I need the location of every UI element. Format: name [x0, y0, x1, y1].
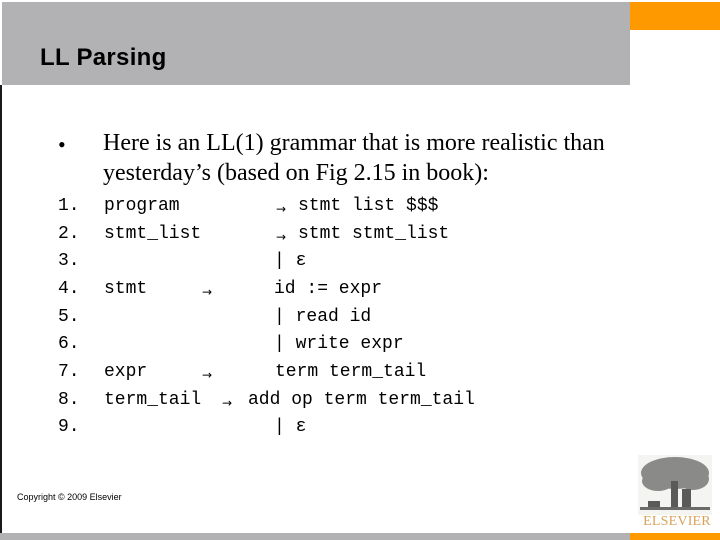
- arrow-icon: →: [202, 368, 213, 382]
- bottom-gray-bar: [0, 533, 630, 540]
- grammar-rhs: add op term term_tail: [248, 390, 475, 410]
- grammar-line-number: 2.: [58, 224, 80, 244]
- arrow-icon: →: [276, 202, 287, 216]
- arrow-icon: →: [222, 396, 233, 410]
- grammar-rhs: | ε: [274, 251, 307, 271]
- elsevier-tree-logo-icon: [638, 455, 712, 515]
- grammar-line-number: 3.: [58, 251, 80, 271]
- grammar-line-number: 9.: [58, 417, 80, 437]
- elsevier-logo-text: ELSEVIER: [643, 514, 711, 529]
- grammar-rhs: stmt list $$$: [298, 196, 439, 216]
- grammar-rhs: id := expr: [274, 279, 383, 299]
- grammar-rhs: | ε: [274, 417, 307, 437]
- arrow-icon: →: [202, 285, 213, 299]
- grammar-line-number: 7.: [58, 362, 80, 382]
- bottom-orange-accent: [630, 533, 720, 540]
- grammar-rhs: term term_tail: [275, 362, 427, 382]
- bullet-icon: •: [58, 132, 66, 157]
- copyright-notice: Copyright © 2009 Elsevier: [17, 492, 122, 502]
- arrow-icon: →: [276, 230, 287, 244]
- slide-left-border: [0, 85, 2, 533]
- grammar-lhs: term_tail: [104, 390, 202, 410]
- grammar-lhs: stmt_list: [104, 224, 202, 244]
- grammar-rhs: | write expr: [274, 334, 404, 354]
- intro-text: Here is an LL(1) grammar that is more re…: [103, 130, 605, 186]
- grammar-line-number: 1.: [58, 196, 80, 216]
- slide-title: LL Parsing: [40, 44, 167, 71]
- grammar-line-number: 5.: [58, 307, 80, 327]
- grammar-lhs: expr: [104, 362, 148, 382]
- grammar-line-number: 4.: [58, 279, 80, 299]
- grammar-rhs: stmt stmt_list: [298, 224, 450, 244]
- grammar-lhs: program: [104, 196, 180, 216]
- grammar-line-number: 6.: [58, 334, 80, 354]
- grammar-line-number: 8.: [58, 390, 80, 410]
- grammar-lhs: stmt: [104, 279, 148, 299]
- top-orange-accent: [630, 2, 720, 30]
- grammar-rhs: | read id: [274, 307, 372, 327]
